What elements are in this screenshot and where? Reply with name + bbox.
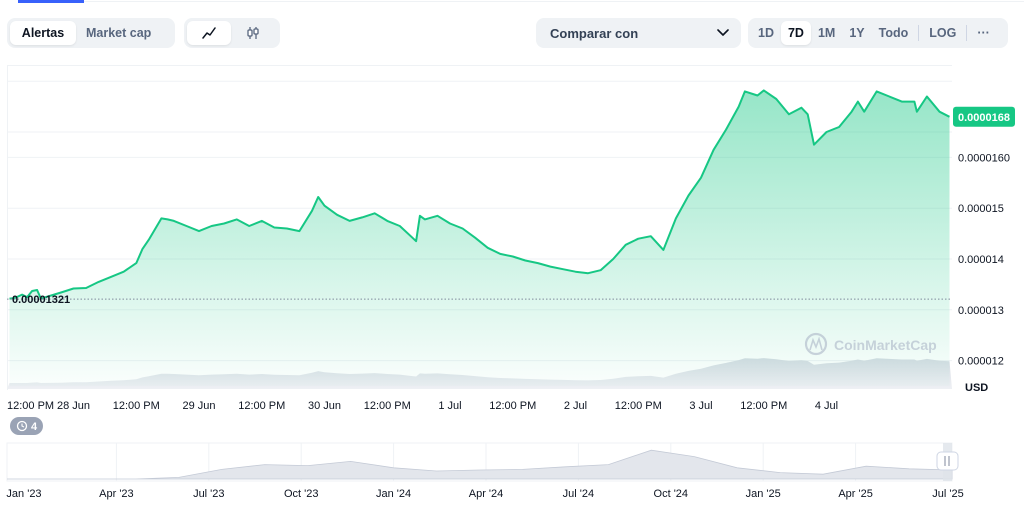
x-tick-label: 12:00 PM	[615, 400, 662, 412]
currency-label: USD	[965, 382, 988, 394]
x-tick-label: 12:00 PM	[238, 400, 285, 412]
slider-label: Jul '25	[932, 488, 963, 500]
slider-label: Apr '23	[99, 488, 134, 500]
y-axis-ticks: 0.0000160 0.000015 0.000014 0.000013 0.00001…	[958, 152, 1010, 367]
x-tick-label: 12:00 PM	[740, 400, 787, 412]
x-tick-label: 30 Jun	[308, 400, 341, 412]
price-chart: 0.00001321 0.00001600.0000150.0000140.00…	[6, 65, 1015, 500]
current-price-label: 0.0000168	[958, 112, 1010, 124]
watermark-text: CoinMarketCap	[834, 337, 937, 353]
x-tick-label: 1 Jul	[438, 400, 461, 412]
plot-border-top	[7, 65, 952, 66]
x-tick-label: 28 Jun	[57, 400, 90, 412]
x-tick-label: 29 Jun	[182, 400, 215, 412]
slider-label: Jan '23	[6, 488, 41, 500]
slider-label: Apr '24	[469, 488, 504, 500]
x-tick-label: 12:00 PM	[364, 400, 411, 412]
x-tick-label: 4 Jul	[815, 400, 838, 412]
y-tick-label: 0.000012	[958, 356, 1004, 368]
x-tick-label: 3 Jul	[689, 400, 712, 412]
x-tick-label: 12:00 PM	[489, 400, 536, 412]
slider-label: Jul '23	[193, 488, 224, 500]
plot-border-left	[7, 65, 8, 390]
alerts-indicator[interactable]: 4	[10, 417, 43, 435]
y-tick-label: 0.000015	[958, 203, 1004, 215]
y-tick-label: 0.000014	[958, 254, 1004, 266]
slider-label: Oct '23	[284, 488, 319, 500]
slider-label: Jan '25	[746, 488, 781, 500]
slider-label: Oct '24	[654, 488, 689, 500]
slider-label: Jul '24	[563, 488, 594, 500]
current-price-badge: 0.0000168	[953, 106, 1015, 127]
x-axis-ticks: 12:00 PM 28 Jun 12:00 PM 29 Jun 12:00 PM 30 J…	[7, 400, 838, 412]
start-price-label: 0.00001321	[12, 294, 70, 306]
slider-label: Jan '24	[376, 488, 411, 500]
alerts-count: 4	[31, 421, 38, 433]
y-tick-label: 0.000013	[958, 305, 1004, 317]
range-slider-labels: Jan '23 Apr '23 Jul '23 Oct '23 Jan '24 Apr '…	[6, 488, 963, 500]
x-tick-label: 2 Jul	[564, 400, 587, 412]
x-tick-label: 12:00 PM	[113, 400, 160, 412]
range-slider-handle[interactable]	[936, 451, 959, 471]
y-tick-label: 0.0000160	[958, 152, 1010, 164]
x-tick-label: 12:00 PM	[7, 400, 54, 412]
slider-label: Apr '25	[838, 488, 873, 500]
